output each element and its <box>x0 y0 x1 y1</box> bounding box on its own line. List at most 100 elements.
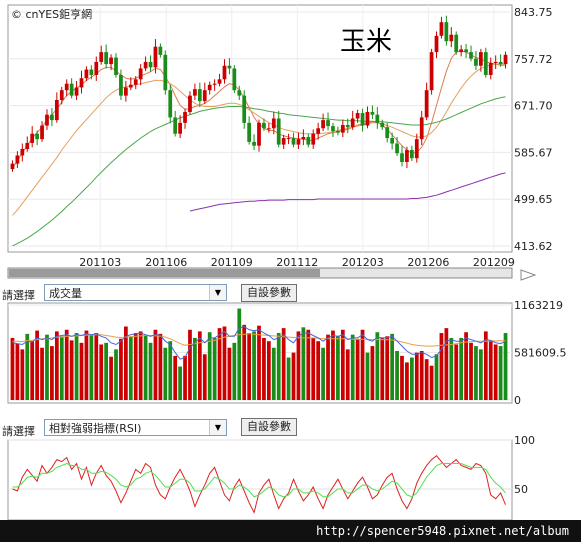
volume-bar <box>50 346 54 400</box>
candle-body <box>336 131 340 133</box>
rsi-custom-params-button[interactable]: 自設參數 <box>241 418 297 436</box>
candle-body <box>227 65 232 69</box>
candle-body <box>493 61 498 64</box>
volume-bar <box>419 350 424 400</box>
candle-body <box>276 118 281 145</box>
timeline-scrollbar-thumb[interactable] <box>9 269 320 277</box>
candle-body <box>104 52 109 65</box>
volume-bar <box>173 355 178 400</box>
candle-body <box>133 79 138 85</box>
candle-body <box>311 133 316 145</box>
volume-bar <box>138 331 143 400</box>
volume-bar <box>286 357 291 400</box>
volume-bar <box>252 331 256 400</box>
candle-body <box>414 139 419 159</box>
volume-bar <box>74 333 79 400</box>
volume-bar <box>128 336 133 400</box>
chevron-down-icon[interactable]: ▼ <box>209 285 226 300</box>
volume-bar <box>20 349 25 400</box>
candle-body <box>54 99 59 121</box>
volume-bar <box>262 337 266 400</box>
x-tick-label: 201203 <box>342 256 384 269</box>
volume-bar <box>479 349 483 400</box>
candle-body <box>168 90 173 118</box>
candle-body <box>50 114 54 121</box>
volume-bar <box>370 346 375 400</box>
candle-body <box>469 52 473 59</box>
volume-bar <box>429 365 434 400</box>
volume-bar <box>247 333 252 400</box>
chevron-down-icon[interactable]: ▼ <box>209 420 226 435</box>
candle-body <box>183 111 187 123</box>
candle-body <box>69 83 74 96</box>
candle-body <box>202 90 207 102</box>
candle-body <box>316 128 321 134</box>
volume-bar <box>242 324 247 400</box>
candle-body <box>252 141 256 146</box>
x-tick-label: 201109 <box>211 256 253 269</box>
scroll-right-arrow-icon[interactable] <box>520 269 537 281</box>
candle-body <box>483 52 488 75</box>
volume-bar <box>109 356 113 400</box>
volume-axis-label: 581609.5 <box>514 347 567 360</box>
candle-body <box>94 61 99 75</box>
candle-body <box>158 46 163 55</box>
volume-bar <box>454 344 459 400</box>
candle-body <box>390 138 395 144</box>
candle-body <box>400 153 404 163</box>
volume-bar <box>84 330 89 400</box>
commodity-title: 玉米 <box>340 27 392 57</box>
volume-bar <box>266 341 271 400</box>
candle-body <box>355 113 360 119</box>
candle-body <box>321 120 325 129</box>
candle-body <box>380 122 385 128</box>
candle-body <box>365 111 370 126</box>
candle-body <box>188 95 192 112</box>
volume-bar <box>444 328 449 400</box>
candle-body <box>266 128 271 130</box>
volume-bar <box>424 359 429 400</box>
candle-body <box>444 22 449 42</box>
candle-body <box>237 90 242 96</box>
candle-body <box>35 133 39 140</box>
volume-custom-params-button[interactable]: 自設參數 <box>241 284 297 302</box>
volume-bar <box>25 333 30 400</box>
candle-body <box>15 155 20 164</box>
volume-bar <box>119 338 123 400</box>
candle-body <box>99 52 104 62</box>
rsi-indicator-select[interactable]: 相對強弱指標(RSI) ▼ <box>44 419 227 436</box>
candle-body <box>439 22 444 36</box>
volume-bar <box>163 347 168 400</box>
candle-body <box>345 125 350 128</box>
candle-body <box>370 111 375 115</box>
volume-bar <box>296 331 301 400</box>
candle-body <box>109 57 113 65</box>
volume-bar <box>493 344 498 400</box>
rsi-indicator-value: 相對強弱指標(RSI) <box>49 422 142 435</box>
candle-body <box>197 89 202 102</box>
volume-bar <box>15 343 20 400</box>
candle-body <box>434 35 439 53</box>
volume-indicator-value: 成交量 <box>49 287 82 300</box>
candle-body <box>360 113 365 126</box>
price-axis-label: 757.72 <box>514 53 553 66</box>
volume-indicator-select[interactable]: 成交量 ▼ <box>44 284 227 301</box>
candle-body <box>429 52 434 91</box>
indicator-select-label: 請選擇 <box>2 289 35 302</box>
candle-body <box>178 122 182 134</box>
chart-canvas: 843.75 757.72 671.70 585.67 499.65 413.62 201… <box>7 4 567 521</box>
volume-bar <box>114 349 118 400</box>
price-axis-label: 843.75 <box>514 6 553 19</box>
candle-body <box>30 133 35 143</box>
volume-bar <box>158 333 163 400</box>
volume-bar <box>336 336 340 400</box>
candle-body <box>173 117 178 134</box>
candle-body <box>148 61 153 68</box>
candle-body <box>395 143 399 154</box>
volume-bar <box>197 331 202 400</box>
candle-body <box>59 90 64 100</box>
candle-body <box>286 138 291 140</box>
candle-body <box>45 114 49 126</box>
candle-body <box>424 90 429 118</box>
x-tick-label: 201112 <box>276 256 318 269</box>
